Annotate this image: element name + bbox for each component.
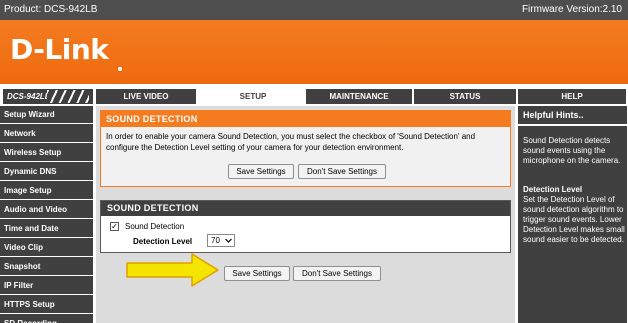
intro-panel: SOUND DETECTION In order to enable your … bbox=[100, 110, 511, 187]
intro-description: In order to enable your camera Sound Det… bbox=[106, 132, 476, 152]
sidebar-item-ip-filter[interactable]: IP Filter bbox=[0, 277, 93, 295]
product-label: Product: DCS-942LB bbox=[4, 4, 98, 15]
brand-banner: D-Link bbox=[0, 20, 628, 84]
logo-registered-dot bbox=[118, 67, 122, 71]
camera-web-ui: Product: DCS-942LB Firmware Version:2.10… bbox=[0, 0, 628, 323]
sound-detection-checkbox[interactable]: ✓ bbox=[110, 222, 119, 231]
sidebar-item-time-and-date[interactable]: Time and Date bbox=[0, 220, 93, 238]
sidebar-item-setup-wizard[interactable]: Setup Wizard bbox=[0, 106, 93, 124]
hints-text-detection-level: Set the Detection Level of sound detecti… bbox=[523, 195, 625, 244]
arrow-right-icon bbox=[126, 253, 219, 287]
sidebar-item-https-setup[interactable]: HTTPS Setup bbox=[0, 296, 93, 314]
tab-status[interactable]: STATUS bbox=[414, 89, 516, 104]
sidebar-item-network[interactable]: Network bbox=[0, 125, 93, 143]
checkmark-icon: ✓ bbox=[111, 222, 118, 231]
sound-detection-label: Sound Detection bbox=[125, 222, 185, 231]
detection-level-select[interactable]: 70 bbox=[207, 234, 235, 247]
save-button[interactable]: Save Settings bbox=[224, 266, 290, 281]
model-label: DCS-942LB bbox=[3, 89, 93, 104]
settings-panel: SOUND DETECTION ✓ Sound Detection Detect… bbox=[100, 200, 511, 253]
intro-save-button[interactable]: Save Settings bbox=[228, 164, 294, 179]
hints-subtitle-detection-level: Detection Level bbox=[523, 185, 583, 194]
sidebar-item-dynamic-dns[interactable]: Dynamic DNS bbox=[0, 163, 93, 181]
model-name: DCS-942LB bbox=[7, 92, 51, 101]
chevron-down-icon bbox=[225, 238, 232, 243]
tab-help[interactable]: HELP bbox=[518, 89, 626, 104]
hints-text-sound-detection: Sound Detection detects sound events usi… bbox=[523, 136, 621, 165]
intro-panel-title: SOUND DETECTION bbox=[101, 111, 510, 127]
settings-panel-title: SOUND DETECTION bbox=[101, 201, 510, 216]
detection-level-label: Detection Level bbox=[133, 237, 193, 246]
sidebar-item-image-setup[interactable]: Image Setup bbox=[0, 182, 93, 200]
firmware-label: Firmware Version:2.10 bbox=[521, 4, 622, 15]
main-content: SOUND DETECTION In order to enable your … bbox=[96, 106, 515, 323]
hints-title: Helpful Hints.. bbox=[523, 110, 584, 120]
sidebar-item-sd-recording[interactable]: SD Recording bbox=[0, 315, 93, 323]
dont-save-button[interactable]: Don't Save Settings bbox=[293, 266, 381, 281]
tab-live-video[interactable]: LIVE VIDEO bbox=[96, 89, 196, 104]
banner-divider bbox=[0, 84, 628, 88]
info-bar: Product: DCS-942LB Firmware Version:2.10 bbox=[0, 0, 628, 20]
dlink-logo: D-Link bbox=[10, 33, 109, 66]
sidebar-item-video-clip[interactable]: Video Clip bbox=[0, 239, 93, 257]
intro-dont-save-button[interactable]: Don't Save Settings bbox=[298, 164, 386, 179]
sidebar: Setup Wizard Network Wireless Setup Dyna… bbox=[0, 106, 93, 323]
tab-maintenance[interactable]: MAINTENANCE bbox=[306, 89, 412, 104]
sidebar-item-audio-and-video[interactable]: Audio and Video bbox=[0, 201, 93, 219]
helpful-hints-panel: Helpful Hints.. Sound Detection detects … bbox=[518, 106, 627, 323]
detection-level-value: 70 bbox=[211, 236, 220, 245]
main-tabs: LIVE VIDEO SETUP MAINTENANCE STATUS HELP bbox=[96, 89, 626, 104]
sidebar-item-snapshot[interactable]: Snapshot bbox=[0, 258, 93, 276]
tab-setup[interactable]: SETUP bbox=[200, 89, 306, 104]
sidebar-item-wireless-setup[interactable]: Wireless Setup bbox=[0, 144, 93, 162]
hints-divider bbox=[518, 124, 627, 126]
model-slashes-decoration bbox=[47, 90, 89, 103]
